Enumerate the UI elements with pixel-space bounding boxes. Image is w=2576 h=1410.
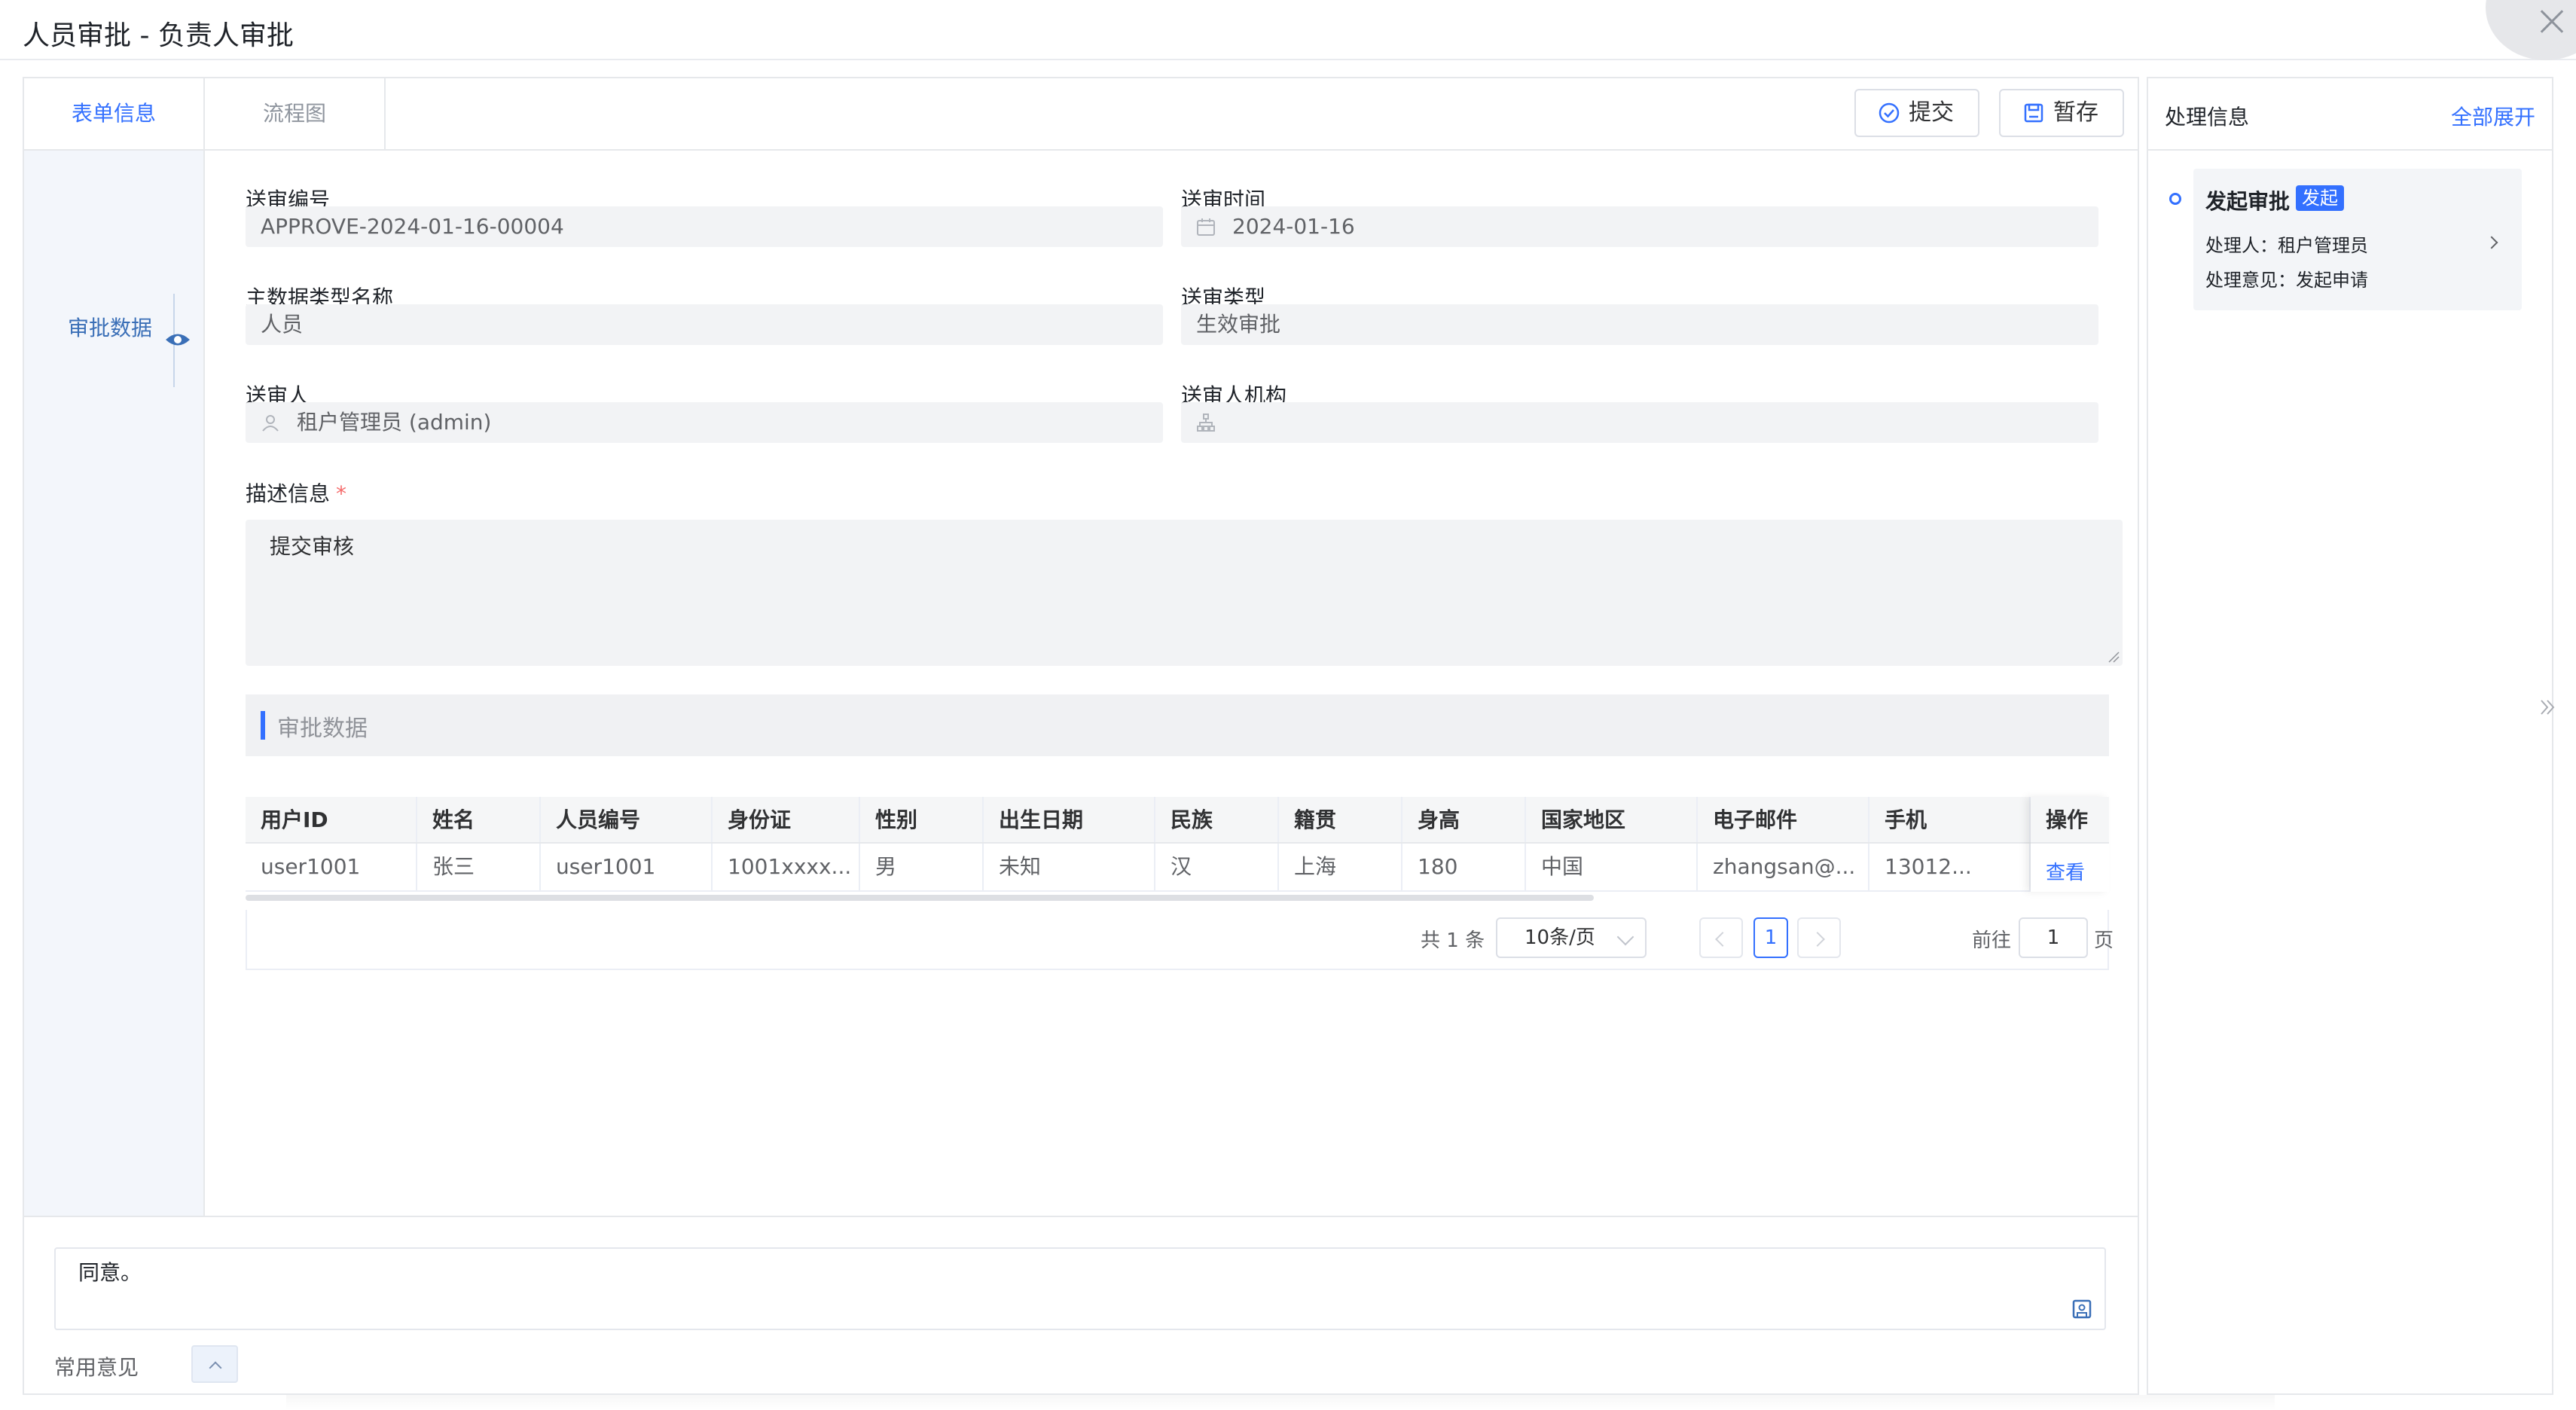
review-time-field[interactable]: 2024-01-16 (1181, 206, 2098, 247)
common-opinion-toggle[interactable] (191, 1345, 238, 1383)
column-header[interactable]: 用户ID (246, 797, 417, 842)
operation-header: 操作 (2031, 797, 2109, 844)
save-draft-label: 暂存 (2053, 99, 2098, 126)
review-type-field[interactable]: 生效审批 (1181, 304, 2098, 345)
check-circle-icon (1879, 102, 1900, 124)
required-mark: * (336, 481, 347, 506)
timeline-item[interactable]: 发起审批 发起 处理人：租户管理员 处理意见：发起申请 (2193, 169, 2522, 310)
timeline-dot (2169, 193, 2181, 205)
column-header[interactable]: 电子邮件 (1698, 797, 1869, 842)
description-value: 提交审核 (270, 534, 355, 559)
table-cell: 上海 (1279, 844, 1402, 890)
prev-page-button[interactable] (1699, 917, 1743, 958)
page-size-value: 10条/页 (1525, 926, 1595, 949)
column-header[interactable]: 身高 (1402, 797, 1526, 842)
section-accent-bar (261, 711, 265, 740)
submitter-value: 租户管理员 (admin) (297, 410, 492, 435)
page-unit-label: 页 (2094, 929, 2114, 952)
review-time-value: 2024-01-16 (1232, 214, 1355, 239)
submitter-field[interactable]: 租户管理员 (admin) (246, 402, 1163, 443)
table-cell: 汉 (1155, 844, 1279, 890)
operation-column: 操作 查看 (2031, 797, 2109, 892)
table-cell: zhangsan@... (1698, 844, 1869, 890)
calendar-icon (1197, 218, 1215, 236)
chevron-right-icon[interactable] (2485, 236, 2498, 249)
submitter-org-field[interactable] (1181, 402, 2098, 443)
table-cell: user1001 (541, 844, 713, 890)
comment-input[interactable]: 同意。 (54, 1247, 2106, 1330)
eye-icon (166, 334, 190, 346)
tab-bar: 表单信息 流程图 提交 暂存 (24, 78, 2138, 151)
table-cell: 1001xxxx... (713, 844, 860, 890)
table-cell: user1001 (246, 844, 417, 890)
column-header[interactable]: 国家地区 (1526, 797, 1698, 842)
save-draft-button[interactable]: 暂存 (1999, 89, 2124, 137)
timeline-opinion: 处理意见：发起申请 (2205, 270, 2368, 291)
expand-all-link[interactable]: 全部展开 (2451, 101, 2535, 131)
table-cell: 张三 (417, 844, 541, 890)
column-header[interactable]: 手机 (1869, 797, 2031, 842)
pagination-total: 共 1 条 (1421, 929, 1485, 952)
page-size-select[interactable]: 10条/页 (1496, 917, 1647, 958)
table-cell: 180 (1402, 844, 1526, 890)
double-chevron-right-icon[interactable] (2537, 696, 2559, 719)
approval-comment-area: 同意。 常用意见 (24, 1216, 2138, 1393)
anchor-item-approval-data[interactable]: 审批数据 (68, 312, 152, 342)
review-no-field[interactable]: APPROVE-2024-01-16-00004 (246, 206, 1163, 247)
comment-value: 同意。 (78, 1260, 142, 1285)
column-header[interactable]: 姓名 (417, 797, 541, 842)
timeline-handler: 处理人：租户管理员 (2205, 235, 2368, 256)
tab-flowchart[interactable]: 流程图 (205, 78, 386, 149)
table-cell: 男 (860, 844, 984, 890)
form-panel: 表单信息 流程图 提交 暂存 审批数据 送审编号 APPROVE-2024-01… (23, 77, 2139, 1395)
section-title: 审批数据 (277, 716, 368, 742)
table-horizontal-scrollbar[interactable] (246, 895, 1594, 901)
close-icon (2537, 6, 2567, 36)
next-page-button[interactable] (1797, 917, 1841, 958)
resize-handle-icon[interactable] (2107, 651, 2120, 663)
pagination: 共 1 条 10条/页 1 前往 1 页 (246, 910, 2114, 970)
dialog-header: 人员审批 - 负责人审批 (0, 0, 2576, 60)
table-cell: 13012... (1869, 844, 2031, 890)
anchor-nav: 审批数据 (24, 151, 205, 1216)
view-link[interactable]: 查看 (2046, 857, 2085, 885)
dialog-title: 人员审批 - 负责人审批 (23, 20, 294, 51)
master-type-field[interactable]: 人员 (246, 304, 1163, 345)
user-icon (262, 415, 279, 432)
process-info-header: 处理信息 全部展开 (2148, 78, 2552, 151)
column-header[interactable]: 人员编号 (541, 797, 713, 842)
bottom-shadow (286, 1395, 2275, 1410)
column-header[interactable]: 出生日期 (984, 797, 1155, 842)
table-header: 用户ID 姓名 人员编号 身份证 性别 出生日期 民族 籍贯 身高 国家地区 电… (246, 797, 2109, 844)
process-info-title: 处理信息 (2165, 105, 2250, 130)
table-cell: 未知 (984, 844, 1155, 890)
save-icon (2024, 103, 2043, 123)
org-tree-icon (1197, 414, 1215, 432)
timeline-status-badge: 发起 (2296, 185, 2344, 211)
description-textarea[interactable]: 提交审核 (246, 520, 2123, 666)
submit-label: 提交 (1909, 99, 1954, 126)
submit-button[interactable]: 提交 (1854, 89, 1979, 137)
description-label: 描述信息 * (246, 478, 346, 508)
tab-form-info[interactable]: 表单信息 (24, 78, 205, 149)
page-number-current[interactable]: 1 (1753, 917, 1788, 958)
column-header[interactable]: 性别 (860, 797, 984, 842)
column-header[interactable]: 籍贯 (1279, 797, 1402, 842)
goto-label: 前往 (1972, 929, 2012, 952)
column-header[interactable]: 身份证 (713, 797, 860, 842)
save-opinion-icon[interactable] (2071, 1299, 2092, 1320)
description-label-text: 描述信息 (246, 481, 331, 506)
column-header[interactable]: 民族 (1155, 797, 1279, 842)
process-info-panel: 处理信息 全部展开 发起审批 发起 处理人：租户管理员 处理意见：发起申请 (2147, 77, 2553, 1395)
common-opinion-label: 常用意见 (54, 1355, 139, 1380)
timeline-item-title: 发起审批 (2205, 189, 2291, 214)
table-row[interactable]: user1001 张三 user1001 1001xxxx... 男 未知 汉 … (246, 844, 2109, 892)
table-cell: 中国 (1526, 844, 1698, 890)
goto-page-input[interactable]: 1 (2019, 917, 2088, 958)
chevron-down-icon (1616, 928, 1634, 946)
section-header-approval-data: 审批数据 (246, 694, 2109, 756)
